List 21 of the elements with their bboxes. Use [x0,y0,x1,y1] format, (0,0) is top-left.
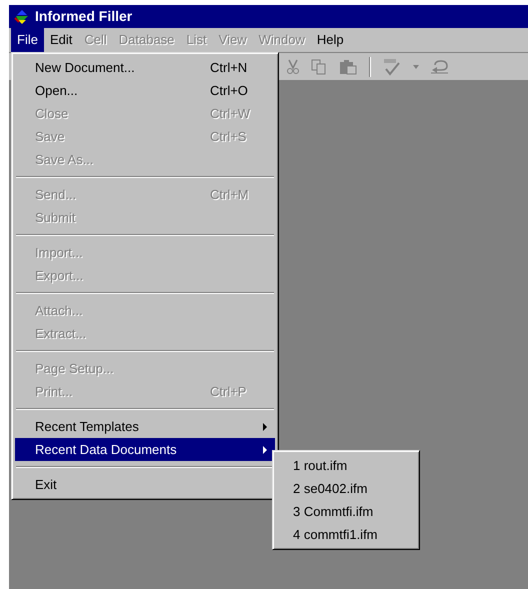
copy-icon[interactable] [311,58,327,74]
window-title: Informed Filler [35,7,132,26]
recent-file-item[interactable]: 3 Commtfi.ifm [276,500,416,523]
menu-bar-item[interactable]: File [11,28,44,52]
submenu-arrow-icon [263,446,267,454]
spellcheck-icon[interactable] [383,58,401,76]
submenu-arrow-icon [263,422,267,430]
scissors-icon[interactable] [287,58,299,74]
undo-icon[interactable] [431,60,449,74]
menu-bar-item[interactable]: Edit [44,28,78,52]
paste-icon[interactable] [339,58,357,74]
recent-file-item[interactable]: 1 rout.ifm [276,454,416,477]
recent-file-item[interactable]: 4 commtfi1.ifm [276,523,416,546]
menu-item[interactable]: Recent Templates [15,415,275,438]
dropdown-arrow-icon[interactable] [413,64,419,68]
menu-item[interactable]: Exit [15,473,275,496]
menu-item[interactable]: Recent Data Documents [15,438,275,461]
recent-file-item[interactable]: 2 se0402.ifm [276,477,416,500]
app-icon [13,8,31,24]
menu-item[interactable]: Open... Ctrl+O [15,79,275,102]
menu-bar-item[interactable]: Help [310,28,350,52]
